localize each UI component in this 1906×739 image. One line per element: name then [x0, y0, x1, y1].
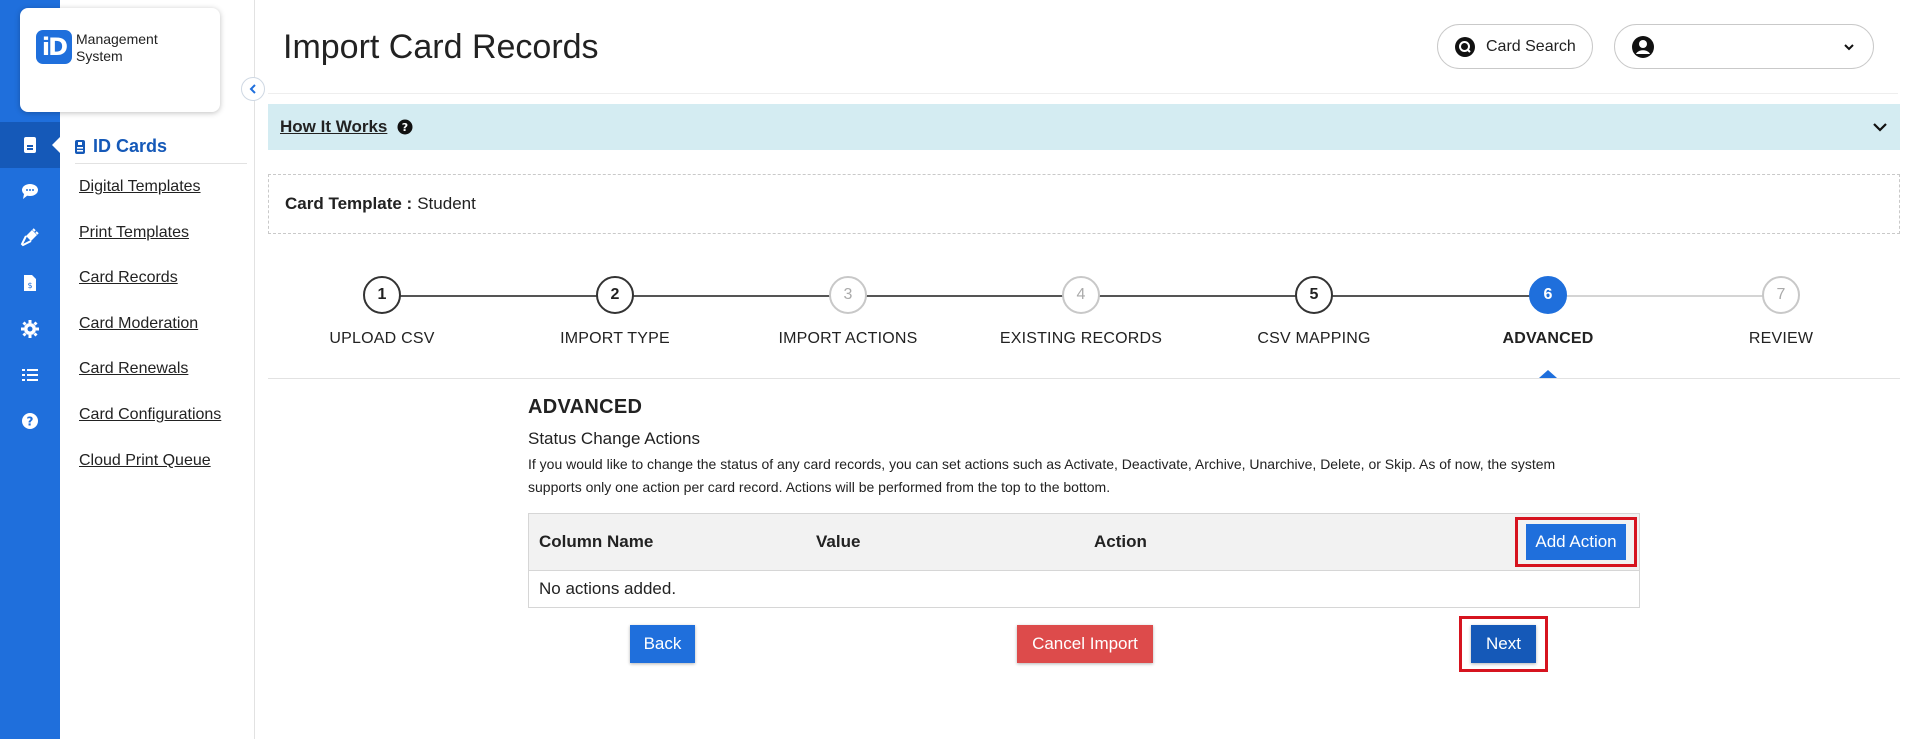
- sidebar-item-card-renewals[interactable]: Card Renewals: [79, 360, 188, 378]
- advanced-description-line1: If you would like to change the status o…: [528, 456, 1556, 472]
- chevron-down-icon[interactable]: [1872, 119, 1888, 135]
- step-import-actions[interactable]: 3 IMPORT ACTIONS: [748, 276, 948, 348]
- user-menu-dropdown[interactable]: [1614, 24, 1874, 69]
- search-icon: [1455, 36, 1475, 57]
- cancel-import-button[interactable]: Cancel Import: [1017, 625, 1153, 663]
- add-action-button[interactable]: Add Action: [1526, 524, 1626, 560]
- step-label: UPLOAD CSV: [329, 330, 435, 347]
- step-label: REVIEW: [1748, 330, 1814, 347]
- chevron-left-icon: [249, 84, 256, 94]
- sidebar-item-print-templates[interactable]: Print Templates: [79, 224, 189, 242]
- column-header-column-name: Column Name: [539, 532, 654, 551]
- sidebar-item-card-configurations[interactable]: Card Configurations: [79, 406, 221, 424]
- step-label: ADVANCED: [1502, 330, 1594, 347]
- step-number: 6: [1529, 276, 1567, 314]
- sidebar-item-card-records[interactable]: Card Records: [79, 269, 178, 287]
- step-number: 2: [596, 276, 634, 314]
- how-it-works-panel[interactable]: How It Works ?: [268, 104, 1900, 150]
- advanced-subtitle: Status Change Actions: [528, 429, 701, 448]
- chevron-down-icon: [1844, 43, 1854, 50]
- card-template-label: Card Template :: [285, 194, 413, 213]
- how-it-works-toggle[interactable]: How It Works ?: [280, 117, 413, 137]
- rail-lists[interactable]: [0, 352, 60, 398]
- logo-text-line1: Management: [76, 31, 158, 47]
- step-number: 5: [1295, 276, 1333, 314]
- rail-id-cards[interactable]: [0, 122, 61, 168]
- card-template-info: Card Template : Student: [268, 174, 1900, 234]
- step-advanced[interactable]: 6 ADVANCED: [1448, 276, 1648, 348]
- column-header-value: Value: [816, 532, 861, 551]
- step-label: IMPORT ACTIONS: [778, 330, 918, 347]
- column-header-action: Action: [1094, 532, 1147, 551]
- back-button[interactable]: Back: [630, 625, 695, 663]
- rail-messages[interactable]: [0, 168, 60, 214]
- step-label: IMPORT TYPE: [560, 330, 670, 347]
- id-card-icon: [24, 137, 36, 153]
- rail-help[interactable]: ?: [0, 398, 60, 444]
- logo-badge: iD: [36, 30, 72, 64]
- chat-icon: [22, 184, 38, 199]
- step-upload-csv[interactable]: 1 UPLOAD CSV: [282, 276, 482, 348]
- step-number: 3: [829, 276, 867, 314]
- step-csv-mapping[interactable]: 5 CSV MAPPING: [1214, 276, 1414, 348]
- sidebar-collapse-button[interactable]: [241, 77, 265, 101]
- sidebar-item-card-moderation[interactable]: Card Moderation: [79, 315, 198, 333]
- active-step-pointer: [1539, 370, 1557, 378]
- list-icon: [22, 369, 38, 381]
- sidebar-section-id-cards[interactable]: ID Cards: [75, 130, 247, 164]
- step-import-type[interactable]: 2 IMPORT TYPE: [515, 276, 715, 348]
- gear-icon: [21, 320, 39, 338]
- step-review[interactable]: 7 REVIEW: [1681, 276, 1881, 348]
- step-label: EXISTING RECORDS: [999, 330, 1163, 347]
- question-icon: ?: [397, 119, 413, 135]
- advanced-title: ADVANCED: [528, 396, 643, 418]
- status-actions-table: Column Name Value Action Add Action No a…: [528, 513, 1640, 608]
- add-action-highlight: Add Action: [1515, 517, 1637, 567]
- logo-text: Management System: [76, 31, 196, 65]
- advanced-description-line2: supports only one action per card record…: [528, 479, 1111, 495]
- step-number: 4: [1062, 276, 1100, 314]
- page-title: Import Card Records: [283, 28, 599, 66]
- card-search-button[interactable]: Card Search: [1437, 24, 1593, 69]
- step-number: 7: [1762, 276, 1800, 314]
- rail-settings[interactable]: [0, 306, 60, 352]
- card-template-value: Student: [417, 194, 476, 213]
- table-header: Column Name Value Action Add Action: [529, 514, 1639, 571]
- step-number: 1: [363, 276, 401, 314]
- sidebar-item-cloud-print-queue[interactable]: Cloud Print Queue: [79, 452, 211, 470]
- svg-text:$: $: [27, 281, 32, 290]
- next-highlight: Next: [1459, 616, 1548, 672]
- document-icon: $: [24, 275, 36, 291]
- card-search-label: Card Search: [1486, 37, 1576, 55]
- logo-text-line2: System: [76, 48, 123, 64]
- logo[interactable]: iD Management System: [20, 8, 220, 112]
- step-label: CSV MAPPING: [1257, 330, 1371, 347]
- step-existing-records[interactable]: 4 EXISTING RECORDS: [981, 276, 1181, 348]
- next-button[interactable]: Next: [1471, 625, 1536, 663]
- svg-text:?: ?: [402, 121, 408, 134]
- svg-text:?: ?: [27, 415, 34, 429]
- plug-icon: [20, 228, 39, 247]
- sidebar-section-title: ID Cards: [93, 136, 168, 156]
- how-it-works-label: How It Works: [280, 117, 388, 136]
- header-divider: [268, 93, 1898, 94]
- table-empty-row: No actions added.: [539, 579, 677, 598]
- rail-billing[interactable]: $: [0, 260, 60, 306]
- id-badge-icon: [75, 139, 85, 154]
- help-icon: ?: [22, 413, 38, 429]
- stepper-divider: [268, 378, 1900, 379]
- rail-integrations[interactable]: [0, 214, 60, 260]
- sidebar-item-digital-templates[interactable]: Digital Templates: [79, 178, 201, 196]
- advanced-description: If you would like to change the status o…: [528, 453, 1608, 499]
- user-avatar-icon: [1632, 35, 1654, 58]
